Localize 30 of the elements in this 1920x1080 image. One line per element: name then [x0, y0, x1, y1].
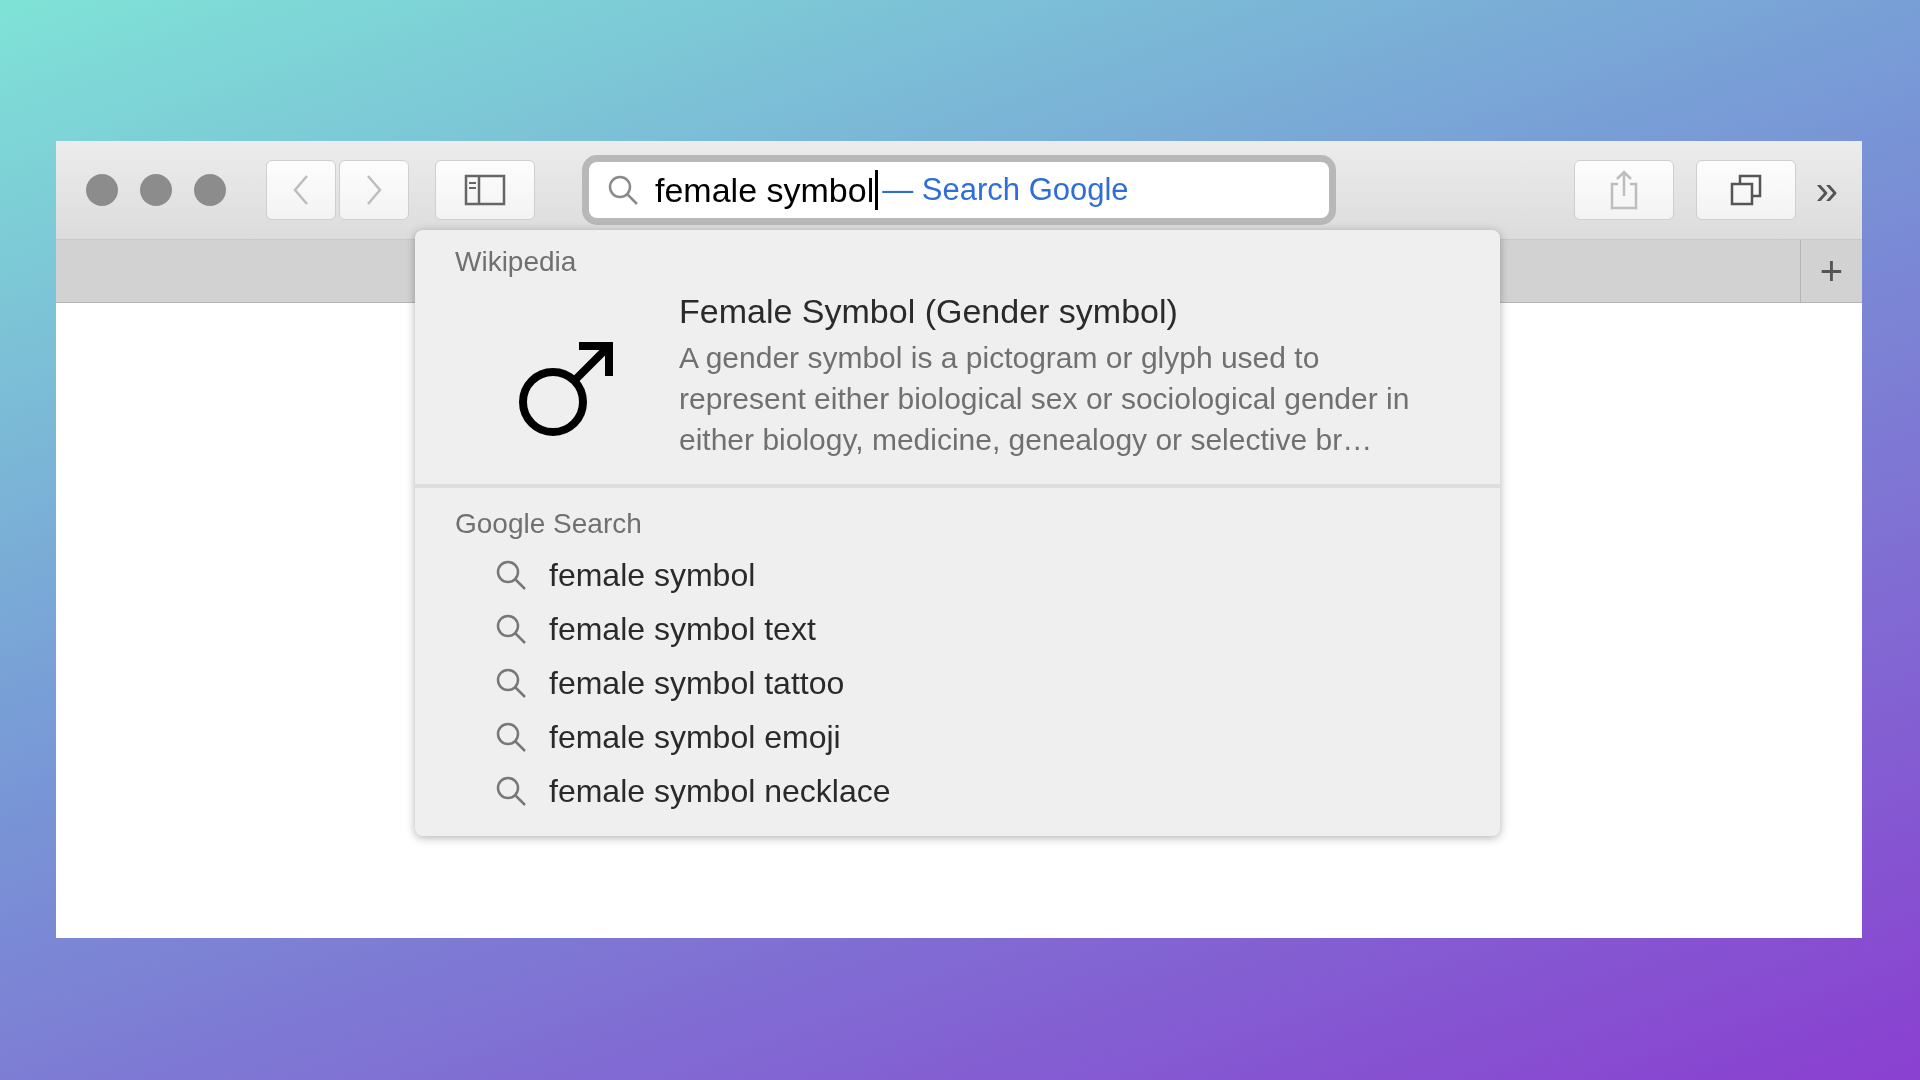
article-title[interactable]: Female Symbol (Gender symbol)	[679, 292, 1449, 331]
search-icon	[495, 559, 527, 591]
chevron-left-icon	[291, 173, 311, 207]
section-heading: Google Search	[455, 508, 643, 540]
section-heading: Wikipedia	[455, 246, 578, 278]
sidebar-icon	[464, 174, 506, 206]
search-icon	[495, 667, 527, 699]
article-summary: A gender symbol is a pictogram or glyph used to represent either biological sex or sociological gender in either biology, medicine, genealogy or selective br…	[679, 340, 1411, 458]
search-suggestion[interactable]: female symbol emoji	[549, 718, 841, 756]
search-suggestion[interactable]: female symbol text	[549, 610, 816, 648]
search-icon	[495, 775, 527, 807]
share-button[interactable]	[1573, 160, 1674, 220]
tabs-overview-icon	[1728, 173, 1763, 207]
back-button[interactable]	[266, 160, 336, 220]
search-query: female symbol	[655, 170, 875, 210]
search-icon	[607, 174, 639, 206]
tabs-button[interactable]	[1695, 160, 1796, 220]
search-suggestion[interactable]: female symbol	[549, 556, 756, 594]
chevron-right-icon	[364, 173, 384, 207]
search-icon	[495, 721, 527, 753]
search-google-hint: — Search Google	[882, 172, 1129, 208]
minimize-button[interactable]	[140, 174, 172, 206]
search-suggestion[interactable]: female symbol necklace	[549, 772, 891, 810]
search-icon	[495, 613, 527, 645]
search-suggestion[interactable]: female symbol tattoo	[549, 664, 845, 702]
close-button[interactable]	[86, 174, 118, 206]
sidebar-button[interactable]	[435, 160, 535, 220]
forward-button[interactable]	[339, 160, 409, 220]
zoom-button[interactable]	[194, 174, 226, 206]
overflow-button[interactable]: »	[1815, 167, 1838, 213]
